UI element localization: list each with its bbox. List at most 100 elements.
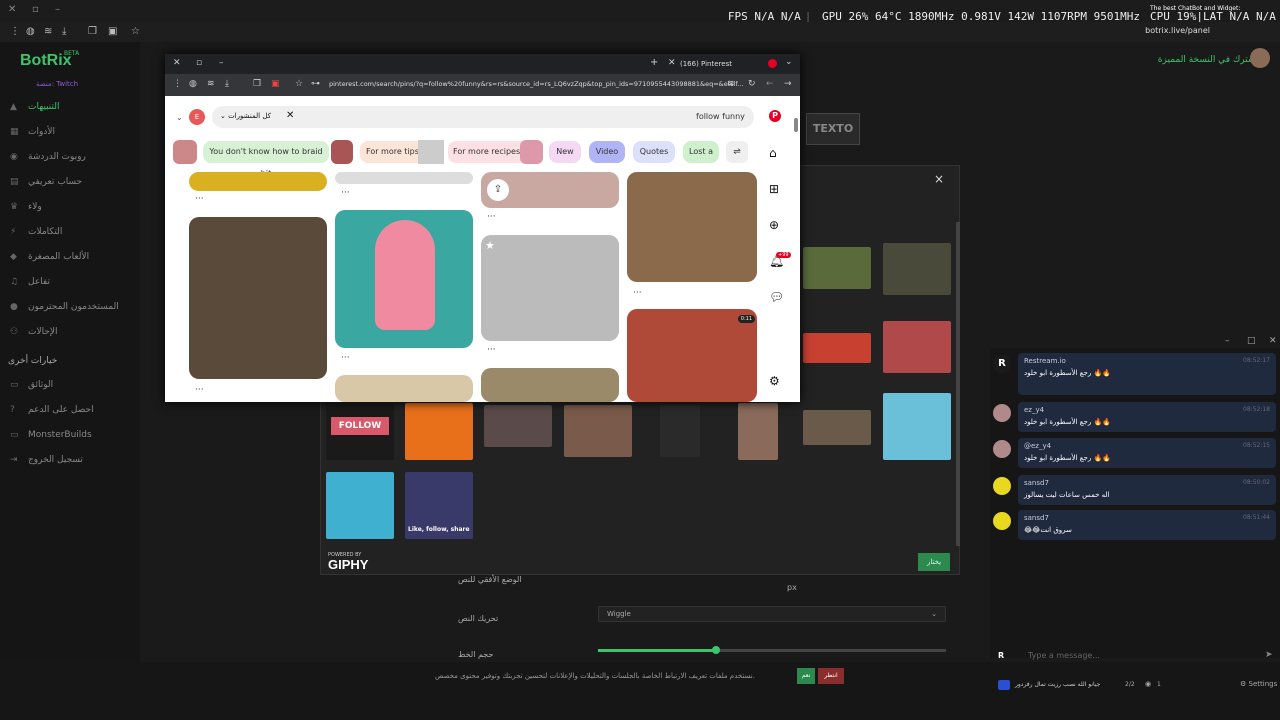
sidebar-item[interactable]: ▲ التنبيهات [10,102,59,112]
menu-icon[interactable]: ⋮ [10,26,20,37]
sidebar-item[interactable]: ▭ الوثائق [10,380,53,390]
tab-search-icon[interactable]: ≋ [44,26,52,37]
minimize-icon[interactable]: – [1225,336,1230,346]
copy-icon[interactable]: ❐ [253,79,261,89]
pin-image[interactable] [189,172,327,191]
gif-tile[interactable] [484,405,552,447]
gif-tile[interactable] [883,321,951,373]
extension-icon[interactable]: ◍ [189,79,197,89]
avatar[interactable]: E [189,109,205,125]
minimize-icon[interactable]: – [219,58,224,68]
gif-tile[interactable] [803,410,871,445]
select-button[interactable]: يختار [918,553,950,571]
minimize-icon[interactable]: – [55,4,60,15]
sidebar-item[interactable]: ● المستخدمون المحترمون [10,302,119,312]
sidebar-item[interactable]: ⚡ التكاملات [10,227,62,237]
maximize-icon[interactable]: □ [1247,336,1256,346]
avatar[interactable] [1250,48,1270,68]
modal-close-button[interactable]: × [934,172,944,186]
chip-lost[interactable]: Lost a [683,141,719,163]
restore-icon[interactable]: ▫ [196,58,202,68]
gif-tile[interactable] [883,393,951,460]
share-icon[interactable]: ⇪ [487,179,509,201]
filter-icon[interactable]: ⇌ [726,141,748,163]
sidebar-item[interactable]: ♛ ولاء [10,202,42,212]
gif-tile[interactable] [326,472,394,539]
new-tab-icon[interactable]: + [650,57,658,68]
animation-select[interactable]: Wiggle ⌄ [598,606,946,622]
notification-icon[interactable]: ▣ [271,79,280,89]
gif-tile[interactable] [803,247,871,289]
messages-icon[interactable]: 💬︎ [769,290,784,304]
pin-image[interactable] [627,172,757,282]
site-info-icon[interactable]: ⊶ [311,79,320,89]
modal-scrollbar[interactable] [956,222,960,546]
menu-icon[interactable]: ⋮ [173,79,182,89]
pin-image[interactable] [335,210,473,348]
chip-video[interactable]: Video [589,141,625,163]
sidebar-item[interactable]: ▭ MonsterBuilds [10,430,92,440]
copy-icon[interactable]: ❐ [88,26,97,37]
star-icon[interactable]: ☆ [295,79,303,89]
address-bar[interactable]: botrix.live/panel [1145,26,1210,35]
more-icon[interactable]: ··· [195,194,204,204]
clear-search-icon[interactable]: ✕ [286,110,294,121]
gif-tile[interactable] [803,333,871,363]
pin-image[interactable]: 0:11 [627,309,757,402]
pinterest-logo-icon[interactable]: P [769,110,781,122]
gif-tile[interactable] [564,405,632,457]
tab-search-icon[interactable]: ≋ [207,79,215,89]
restore-icon[interactable]: ▫ [32,4,39,15]
pin-image[interactable] [335,375,473,402]
send-icon[interactable]: ➤ [1265,650,1273,660]
chip-new[interactable]: New [549,141,581,163]
tab-close-icon[interactable]: ✕ [668,58,676,68]
scrollbar-handle[interactable] [794,118,798,132]
sidebar-item[interactable]: ▤ حساب تعريفي [10,177,82,187]
tab-pinterest[interactable]: (166) Pinterest [680,60,732,68]
home-icon[interactable]: ⌂ [769,146,777,160]
chip-braid[interactable]: You don't know how to braid hit [203,141,329,178]
gif-tile[interactable] [738,403,778,460]
create-icon[interactable]: ⊕ [769,218,779,232]
settings-gear-icon[interactable]: ⚙ [769,374,780,388]
download-icon[interactable]: ⤓ [225,79,229,89]
more-icon[interactable]: ··· [341,188,350,198]
search-input[interactable]: follow funny [696,112,745,121]
gif-tile[interactable]: Like, follow, share [405,472,473,539]
notification-icon[interactable]: ▣ [108,26,117,37]
premium-link[interactable]: اشترك في النسخة المميزة [1158,55,1258,65]
slider-handle[interactable] [712,646,720,654]
sidebar-item[interactable]: ⇥ تسجيل الخروج [10,455,83,465]
sidebar-item[interactable]: ◆ الألعاب المصغرة [10,252,89,262]
reload-icon[interactable]: ↻ [748,79,756,89]
more-icon[interactable]: ··· [633,288,642,298]
pin-image[interactable]: ★ [481,235,619,341]
sidebar-item[interactable]: ♫ تفاعل [10,277,50,287]
decline-button[interactable]: انتظر [818,668,844,684]
sidebar-item[interactable]: ⚇ الإحالات [10,327,58,337]
accept-button[interactable]: نعم [797,668,815,684]
explore-icon[interactable]: ⊞ [769,182,779,196]
gif-tile[interactable] [405,403,473,460]
more-icon[interactable]: ··· [195,385,204,395]
back-icon[interactable]: ← [766,79,774,89]
close-icon[interactable]: ✕ [1269,336,1277,346]
gif-tile[interactable] [883,243,951,295]
download-icon[interactable]: ⤓ [62,26,66,37]
more-icon[interactable]: ··· [487,212,496,222]
gif-tile[interactable] [660,405,700,457]
close-icon[interactable]: ✕ [173,58,181,68]
chevron-down-icon[interactable]: ⌄ [785,57,793,67]
close-icon[interactable]: ✕ [8,4,16,15]
forward-icon[interactable]: → [784,79,792,89]
sidebar-item[interactable]: ◉ روبوت الدردشة [10,152,86,162]
chat-input[interactable]: Type a message... [1028,651,1100,660]
settings-button[interactable]: ⚙ Settings [1240,680,1277,688]
pin-image[interactable]: ⇪ [481,172,619,208]
star-icon[interactable]: ☆ [131,26,140,37]
chip-quotes[interactable]: Quotes [633,141,675,163]
gif-tile[interactable]: FOLLOW [326,403,394,460]
pinterest-address-bar[interactable]: pinterest.com/search/pins/?q=follow%20fu… [329,80,743,88]
pin-image[interactable] [481,368,619,402]
